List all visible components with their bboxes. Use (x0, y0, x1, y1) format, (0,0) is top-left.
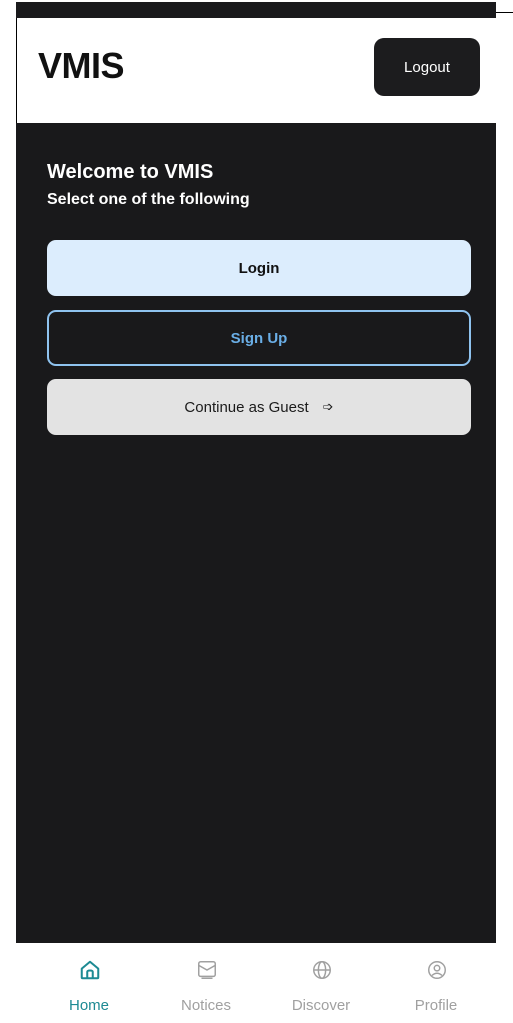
nav-item-home[interactable]: Home (34, 943, 144, 1023)
nav-item-discover[interactable]: Discover (266, 943, 376, 1023)
arrow-right-icon: ➩ (322, 399, 334, 414)
nav-label-notices: Notices (180, 997, 232, 1014)
globe-icon (313, 961, 331, 979)
nav-item-profile[interactable]: Profile (381, 943, 491, 1023)
status-bar (16, 2, 496, 18)
nav-label-profile: Profile (414, 997, 458, 1014)
login-button-label: Login (238, 259, 280, 277)
continue-as-guest-button[interactable]: Continue as Guest ➩ (47, 379, 471, 435)
home-icon (80, 960, 100, 980)
app-title: VMIS (38, 45, 125, 86)
nav-label-home: Home (68, 997, 109, 1014)
logout-button[interactable]: Logout (374, 38, 480, 96)
login-button[interactable]: Login (47, 240, 471, 296)
welcome-subtitle: Select one of the following (47, 191, 250, 208)
main-content: Welcome to VMIS Select one of the follow… (16, 123, 496, 943)
signup-button[interactable]: Sign Up (47, 310, 471, 366)
profile-icon (428, 961, 446, 979)
welcome-title: Welcome to VMIS (47, 161, 214, 183)
signup-button-label: Sign Up (230, 329, 288, 347)
guest-button-label: Continue as Guest (184, 398, 309, 416)
bottom-nav: Home Notices Discover Profile (16, 943, 496, 1023)
nav-label-discover: Discover (291, 997, 351, 1014)
nav-item-notices[interactable]: Notices (151, 943, 261, 1023)
mail-icon (198, 961, 216, 979)
